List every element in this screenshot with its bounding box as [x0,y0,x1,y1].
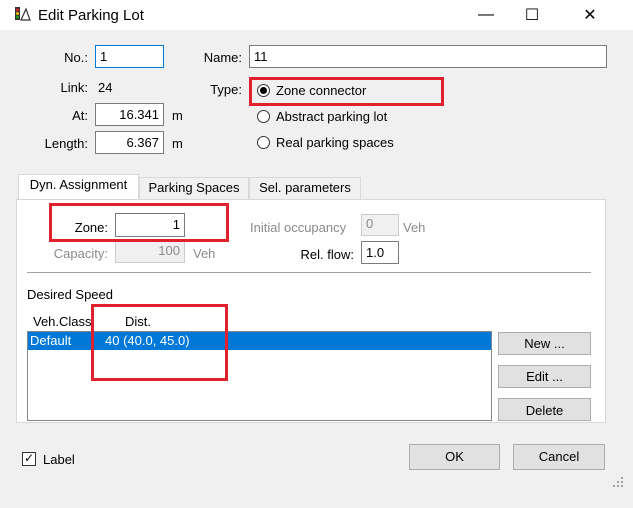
minimize-icon: — [478,6,494,23]
capacity-label: Capacity: [53,246,108,261]
resize-grip-icon[interactable] [612,476,624,488]
link-value: 24 [98,80,113,95]
highlight-zone-connector [249,77,444,106]
new-button[interactable]: New ... [498,332,591,355]
link-label: Link: [60,80,88,95]
name-field[interactable]: 11 [249,45,607,68]
column-header-veh-class[interactable]: Veh.Class [33,314,92,329]
radio-abstract-parking-lot-label: Abstract parking lot [276,109,388,124]
cancel-button[interactable]: Cancel [513,444,605,470]
no-field[interactable]: 1 [95,45,164,68]
radio-real-parking-spaces-label: Real parking spaces [276,135,394,150]
tab-dyn-assignment[interactable]: Dyn. Assignment [18,174,139,199]
length-unit: m [172,136,183,151]
radio-abstract-parking-lot[interactable] [257,110,270,123]
close-icon: ✕ [583,7,597,24]
maximize-icon: ☐ [524,7,540,24]
close-button[interactable]: ✕ [567,0,613,30]
title-bar: Edit Parking Lot — ☐ ✕ [0,0,633,30]
desired-speed-heading: Desired Speed [27,287,113,302]
tab-parking-spaces[interactable]: Parking Spaces [139,177,249,199]
length-field[interactable]: 6.367 [95,131,164,154]
window-title: Edit Parking Lot [38,7,144,24]
edit-button[interactable]: Edit ... [498,365,591,388]
at-field[interactable]: 16.341 [95,103,164,126]
name-label: Name: [203,50,242,65]
length-label: Length: [44,136,88,151]
row-veh-class: Default [30,333,72,348]
rel-flow-label: Rel. flow: [300,247,354,262]
parking-lot-icon [12,6,32,24]
type-label: Type: [210,82,242,97]
rel-flow-field[interactable]: 1.0 [361,241,399,264]
checkmark-icon: ✓ [24,451,35,465]
highlight-zone [49,203,229,242]
at-unit: m [172,108,183,123]
maximize-button[interactable]: ☐ [509,0,555,30]
highlight-dist [91,304,228,381]
separator [27,272,591,273]
at-label: At: [72,108,88,123]
tab-sel-parameters[interactable]: Sel. parameters [249,177,361,199]
initial-occupancy-unit: Veh [403,220,426,235]
label-checkbox[interactable]: ✓ [22,451,36,466]
initial-occupancy-field: 0 [361,214,399,236]
delete-button[interactable]: Delete [498,398,591,421]
radio-real-parking-spaces[interactable] [257,136,270,149]
capacity-unit: Veh [193,246,216,261]
ok-button[interactable]: OK [409,444,500,470]
edit-parking-lot-dialog: Edit Parking Lot — ☐ ✕ No.: 1 Name: 11 L… [0,0,633,508]
minimize-button[interactable]: — [463,0,509,30]
no-label: No.: [64,50,88,65]
initial-occupancy-label: Initial occupancy [250,220,347,235]
capacity-field: 100 [115,241,185,263]
label-checkbox-label: Label [43,452,75,467]
